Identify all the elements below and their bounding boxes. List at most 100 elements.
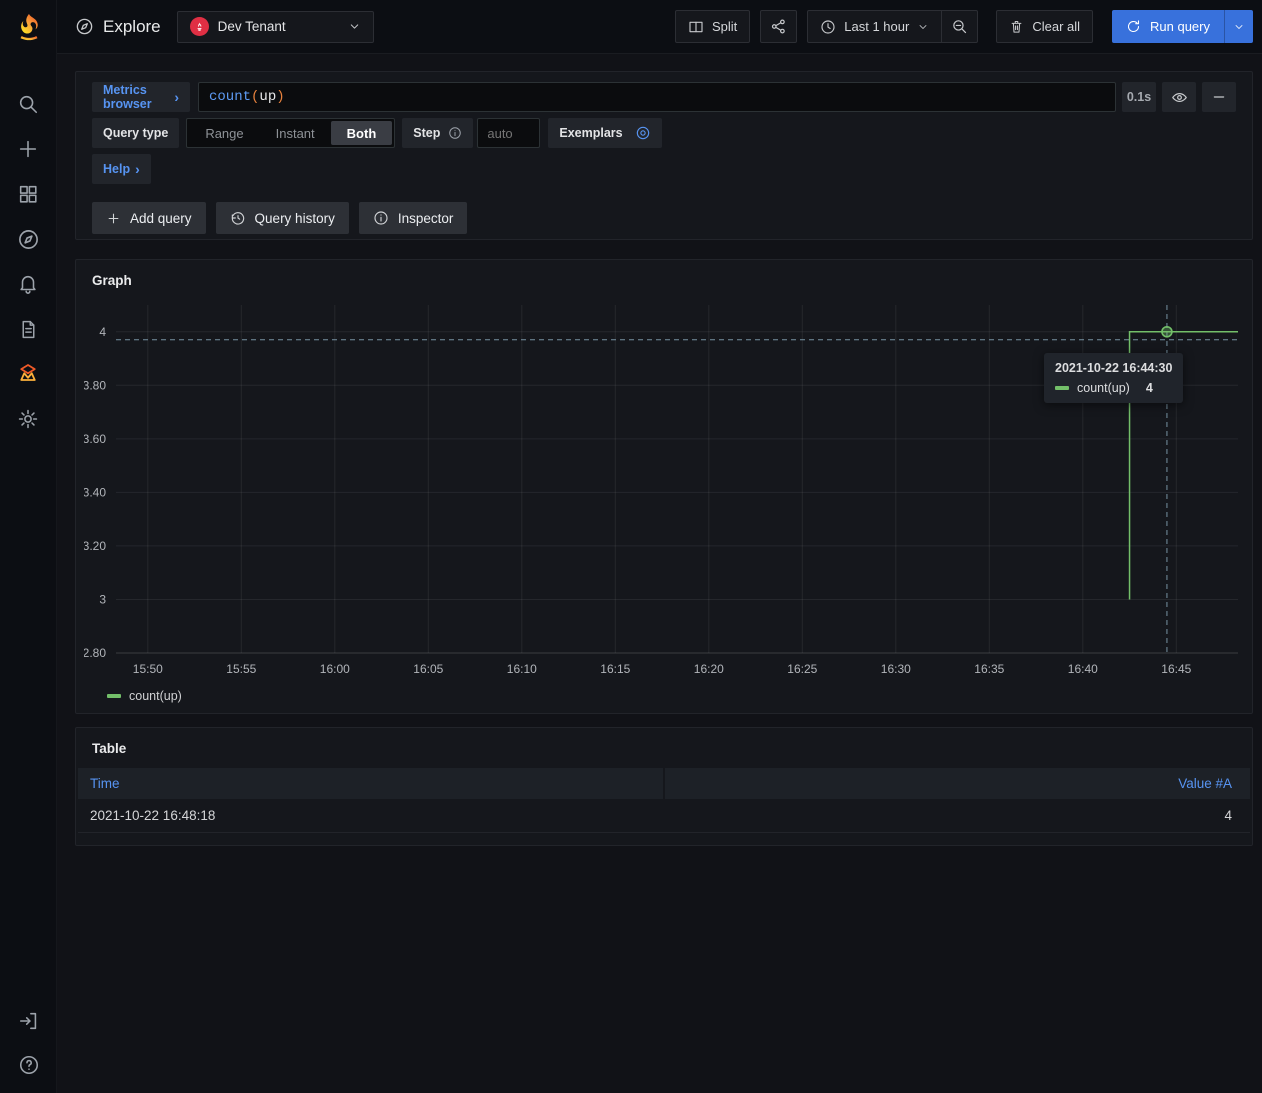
datasource-name: Dev Tenant — [218, 19, 339, 34]
docs-document-icon[interactable] — [16, 317, 40, 341]
trash-icon — [1009, 19, 1024, 34]
svg-text:16:35: 16:35 — [974, 662, 1004, 676]
remove-query-button[interactable] — [1202, 82, 1236, 112]
legend-swatch — [107, 694, 121, 698]
run-query-split-button: Run query — [1112, 10, 1253, 43]
add-query-label: Add query — [130, 211, 192, 226]
query-editor-panel: Metrics browser › count(up) 0.1s Query t… — [75, 71, 1253, 240]
table-cell-time: 2021-10-22 16:48:18 — [78, 799, 663, 832]
grafana-explore-page: Explore Dev Tenant Split Last 1 hour — [0, 0, 1262, 1093]
toggle-visibility-button[interactable] — [1162, 82, 1196, 112]
zoom-out-icon — [951, 18, 968, 35]
time-range-label: Last 1 hour — [844, 19, 909, 34]
svg-text:16:30: 16:30 — [881, 662, 911, 676]
search-icon[interactable] — [16, 92, 40, 116]
svg-text:3.60: 3.60 — [84, 432, 106, 446]
help-label: Help — [103, 162, 130, 176]
svg-text:16:25: 16:25 — [787, 662, 817, 676]
svg-text:16:45: 16:45 — [1161, 662, 1191, 676]
svg-text:3.80: 3.80 — [84, 378, 106, 392]
explore-title-compass-icon — [75, 17, 94, 36]
dashboards-icon[interactable] — [16, 182, 40, 206]
svg-text:16:15: 16:15 — [600, 662, 630, 676]
table-panel-title: Table — [92, 741, 1250, 756]
query-type-both[interactable]: Both — [331, 121, 393, 145]
query-token-arg: up — [259, 89, 276, 105]
table-panel: Table Time Value #A 2021-10-22 16:48:184 — [75, 727, 1253, 846]
history-icon — [230, 210, 246, 226]
tooltip-series-name: count(up) — [1077, 381, 1130, 395]
chevron-down-icon — [1233, 21, 1245, 33]
svg-text:15:50: 15:50 — [133, 662, 163, 676]
graph-panel-title: Graph — [92, 273, 1236, 288]
svg-text:16:20: 16:20 — [694, 662, 724, 676]
query-input[interactable]: count(up) — [198, 82, 1116, 112]
chevron-right-icon: › — [135, 161, 140, 177]
split-button[interactable]: Split — [675, 10, 750, 43]
inspector-button[interactable]: Inspector — [359, 202, 468, 234]
info-circle-icon — [373, 210, 389, 226]
eye-icon — [1171, 89, 1188, 106]
clear-all-button[interactable]: Clear all — [996, 10, 1093, 43]
share-button[interactable] — [760, 10, 797, 43]
help-button[interactable]: Help › — [92, 154, 151, 184]
mimir-plugin-icon[interactable] — [16, 362, 40, 386]
svg-text:3.40: 3.40 — [84, 485, 106, 499]
time-range-button[interactable]: Last 1 hour — [807, 10, 941, 43]
tooltip-series-value: 4 — [1146, 381, 1153, 395]
zoom-out-time-button[interactable] — [941, 10, 978, 43]
grafana-flame-icon — [14, 12, 44, 42]
run-query-label: Run query — [1150, 19, 1210, 34]
top-navbar: Explore Dev Tenant Split Last 1 hour — [57, 0, 1262, 54]
table-header-row: Time Value #A — [78, 768, 1250, 799]
explore-compass-icon[interactable] — [16, 227, 40, 251]
chevron-right-icon: › — [174, 89, 179, 105]
svg-text:16:40: 16:40 — [1068, 662, 1098, 676]
graph-tooltip: 2021-10-22 16:44:30 count(up) 4 — [1044, 353, 1183, 403]
table-header-time[interactable]: Time — [78, 768, 663, 799]
query-history-button[interactable]: Query history — [216, 202, 349, 234]
query-type-range[interactable]: Range — [189, 121, 259, 145]
split-label: Split — [712, 19, 737, 34]
svg-text:3.20: 3.20 — [84, 539, 106, 553]
table-header-value[interactable]: Value #A — [665, 768, 1250, 799]
exemplars-eye-icon — [635, 125, 651, 141]
clock-icon — [820, 19, 836, 35]
datasource-picker[interactable]: Dev Tenant — [177, 11, 374, 43]
query-token-paren: ) — [276, 89, 284, 105]
nav-actions: Split Last 1 hour Clear all — [675, 10, 1253, 43]
info-icon — [448, 126, 462, 140]
query-token-function: count — [209, 89, 251, 105]
add-query-button[interactable]: Add query — [92, 202, 206, 234]
query-type-instant[interactable]: Instant — [260, 121, 331, 145]
alerting-bell-icon[interactable] — [16, 272, 40, 296]
step-input[interactable] — [477, 118, 540, 148]
query-type-toggle: Range Instant Both — [186, 118, 395, 148]
query-type-label: Query type — [92, 118, 179, 148]
time-picker: Last 1 hour — [807, 10, 978, 43]
svg-text:16:10: 16:10 — [507, 662, 537, 676]
chevron-down-icon — [348, 20, 361, 33]
explore-content: Metrics browser › count(up) 0.1s Query t… — [57, 54, 1262, 1093]
metrics-browser-button[interactable]: Metrics browser › — [92, 82, 190, 112]
inspector-label: Inspector — [398, 211, 454, 226]
table-body: 2021-10-22 16:48:184 — [78, 799, 1250, 833]
exemplars-label: Exemplars — [559, 126, 622, 140]
configuration-gear-icon[interactable] — [16, 407, 40, 431]
plus-icon — [106, 211, 121, 226]
create-plus-icon[interactable] — [16, 137, 40, 161]
legend-label: count(up) — [129, 689, 182, 703]
svg-text:16:05: 16:05 — [413, 662, 443, 676]
legend-item[interactable]: count(up) — [107, 689, 1236, 703]
sidebar — [0, 0, 57, 1093]
datasource-icon — [190, 17, 209, 36]
exemplars-toggle[interactable]: Exemplars — [548, 118, 661, 148]
svg-text:4: 4 — [99, 325, 106, 339]
run-query-options-button[interactable] — [1224, 10, 1253, 43]
run-query-button[interactable]: Run query — [1112, 10, 1224, 43]
grafana-logo[interactable] — [0, 0, 57, 54]
step-label-text: Step — [413, 126, 440, 140]
graph-chart-area[interactable]: 15:5015:5516:0016:0516:1016:1516:2016:25… — [84, 297, 1238, 687]
help-icon[interactable] — [17, 1053, 41, 1077]
sign-in-icon[interactable] — [17, 1009, 41, 1033]
